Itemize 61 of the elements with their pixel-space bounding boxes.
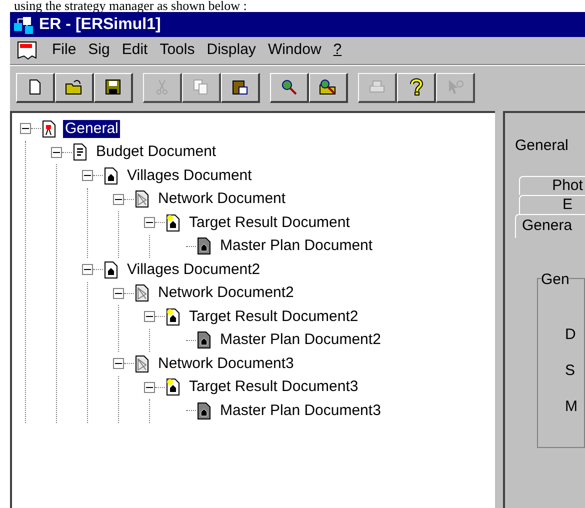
collapse-toggle[interactable]: [144, 217, 155, 228]
house-star-document-icon: [165, 214, 181, 232]
tree-item[interactable]: Target Result Document: [187, 214, 352, 232]
collapse-toggle[interactable]: [82, 264, 93, 276]
tree-item[interactable]: Target Result Document3: [187, 378, 360, 396]
toolbar-button[interactable]: [16, 72, 55, 102]
folder-icon: [65, 78, 83, 96]
collapse-toggle[interactable]: [144, 382, 155, 393]
app-logo-icon: [13, 14, 35, 34]
field-label: S: [565, 362, 576, 380]
collapse-toggle[interactable]: [51, 146, 62, 158]
tab[interactable]: Genera: [515, 214, 585, 238]
menu-item[interactable]: Tools: [160, 39, 195, 62]
house-document-icon: [103, 260, 119, 279]
tree-item[interactable]: Villages Document: [125, 166, 254, 185]
house-document-icon: [103, 166, 119, 185]
text-document-icon: [72, 143, 88, 162]
menu-item[interactable]: File: [52, 39, 76, 62]
menu-item[interactable]: Window: [268, 39, 322, 62]
toolbar-button[interactable]: [270, 72, 309, 102]
tree-item[interactable]: Network Document: [156, 190, 288, 208]
tab[interactable]: E: [519, 194, 585, 214]
menu-item[interactable]: Sig: [88, 39, 110, 62]
clipboard-icon: [231, 78, 249, 96]
panel-heading: General: [515, 136, 570, 156]
house-star-document-icon: [165, 308, 181, 326]
toolbar-button[interactable]: [309, 72, 348, 102]
magnifier-icon: [280, 78, 298, 96]
toolbar-button[interactable]: [55, 72, 94, 102]
menu-item[interactable]: ?: [333, 39, 342, 62]
menu-item[interactable]: Edit: [122, 39, 148, 62]
tree-item[interactable]: Master Plan Document2: [218, 331, 383, 350]
caption-text: using the strategy manager as shown below :: [13, 0, 248, 12]
collapse-toggle[interactable]: [113, 288, 124, 299]
field-label: D: [565, 326, 577, 344]
tree-item[interactable]: Master Plan Document: [218, 237, 375, 256]
collapse-toggle[interactable]: [82, 170, 93, 182]
tree-item[interactable]: Master Plan Document3: [218, 402, 383, 420]
toolbar-button[interactable]: [397, 72, 436, 102]
tree-item[interactable]: Target Result Document2: [187, 308, 360, 326]
toolbar-button[interactable]: [94, 72, 133, 102]
collapse-toggle[interactable]: [113, 194, 124, 205]
window-title: ER - [ERSimul1]: [39, 14, 161, 34]
folder-magnifier-icon: [319, 78, 337, 96]
tree-item[interactable]: Villages Document2: [125, 260, 262, 279]
copy-icon: [192, 78, 210, 96]
field-label: M: [565, 398, 578, 416]
collapse-toggle[interactable]: [20, 123, 31, 134]
tab[interactable]: Phot: [519, 176, 585, 194]
tree-item[interactable]: General: [63, 120, 120, 138]
house-star-document-icon: [165, 378, 181, 396]
collapse-toggle[interactable]: [144, 311, 155, 322]
tree-item[interactable]: Budget Document: [94, 143, 218, 162]
question-mark-icon: [407, 78, 425, 96]
pointer-question-icon: [446, 78, 464, 96]
toolbar-button[interactable]: [221, 72, 260, 102]
tree-item[interactable]: Network Document3: [156, 354, 296, 373]
document-flag-icon: [41, 120, 57, 138]
menu-item[interactable]: Display: [206, 39, 256, 62]
collapse-toggle[interactable]: [113, 358, 124, 370]
tree-item[interactable]: Network Document2: [156, 284, 296, 302]
